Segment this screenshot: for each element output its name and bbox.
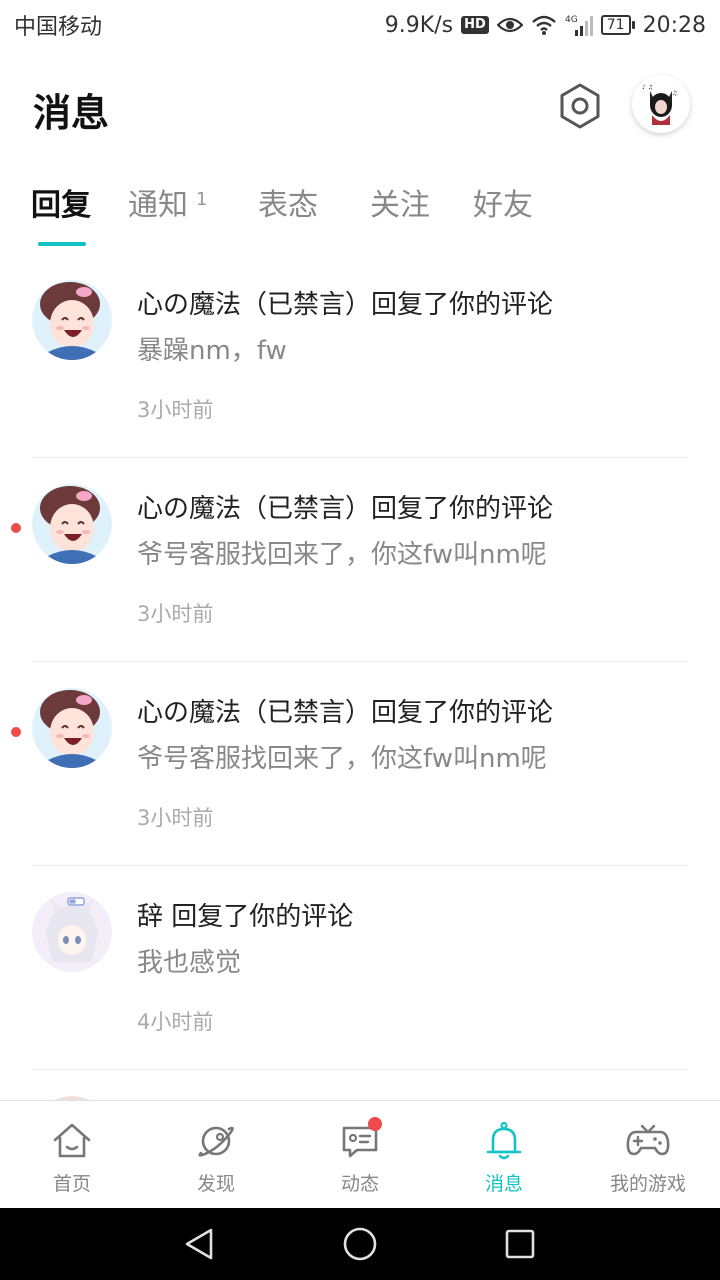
message-title: 心の魔法（已禁言）回复了你的评论 [137,290,554,320]
nav-label: 动态 [340,1173,379,1195]
nav-label: 消息 [484,1173,523,1195]
message-item[interactable]: 心の魔法（已禁言）回复了你的评论 爷号客服找回来了，你这fw叫nm呢 3小时前 [0,458,720,662]
network-type: 4G [565,15,578,25]
recents-square-icon [505,1229,535,1259]
message-body: 爷号客服找回来了，你这fw叫nm呢 [137,540,547,570]
network-speed: 9.9K/s [384,12,454,38]
message-time: 3小时前 [137,806,214,830]
message-body: 暴躁nm，fw [137,336,287,366]
wifi-icon [531,14,557,36]
bottom-nav: 首页 发现 动态 消息 我的游戏 [0,1100,720,1208]
tab-badge-count: 1 [196,189,208,210]
nav-home[interactable]: 首页 [0,1101,144,1208]
tab-label: 关注 [370,188,430,223]
signal-icon: 4G [565,13,593,37]
carrier-label: 中国移动 [14,15,103,40]
message-item[interactable]: 心の魔法（已禁言）回复了你的评论 暴躁nm，fw 3小时前 [0,254,720,458]
home-system-button[interactable] [342,1226,378,1262]
tab-label: 通知 [128,188,188,223]
active-tab-indicator [38,242,86,246]
nav-label: 我的游戏 [609,1173,686,1195]
user-avatar[interactable]: ♪ ♫ ♫ [632,75,690,133]
feed-icon [338,1117,382,1163]
tab-notify[interactable]: 通知 1 [128,180,207,224]
header: 消息 ♪ ♫ ♫ [0,60,720,150]
message-time: 3小时前 [137,602,214,626]
nav-label: 首页 [52,1173,91,1195]
message-title: 心の魔法（已禁言）回复了你的评论 [137,494,554,524]
sender-avatar[interactable] [32,280,112,360]
message-item[interactable]: 心の魔法（已禁言）回复了你的评论 爷号客服找回来了，你这fw叫nm呢 3小时前 [0,662,720,866]
sender-avatar[interactable] [32,688,112,768]
message-time: 4小时前 [137,1010,214,1034]
notification-dot [368,1117,382,1131]
hd-icon: HD [461,16,489,34]
back-button[interactable] [182,1226,218,1262]
nav-discover[interactable]: 发现 [144,1101,288,1208]
tab-reply[interactable]: 回复 [31,180,91,224]
sender-avatar[interactable] [32,892,112,972]
svg-text:♪ ♫: ♪ ♫ [642,84,653,91]
sender-avatar[interactable] [32,484,112,564]
eye-icon [496,15,523,35]
nav-feed[interactable]: 动态 [288,1101,432,1208]
battery-icon: 71 [600,15,635,35]
message-body: 我也感觉 [137,948,242,978]
message-body: 爷号客服找回来了，你这fw叫nm呢 [137,744,547,774]
settings-button[interactable] [554,80,606,132]
tab-reaction[interactable]: 表态 [258,180,318,224]
tab-label: 表态 [258,188,318,223]
page-title: 消息 [33,91,110,135]
nav-messages[interactable]: 消息 [432,1101,576,1208]
message-time: 3小时前 [137,398,214,422]
home-icon [50,1119,94,1163]
tab-follow[interactable]: 关注 [370,180,430,224]
message-item[interactable]: 辞 回复了你的评论 我也感觉 4小时前 [0,866,720,1070]
back-triangle-icon [185,1228,213,1260]
message-item[interactable] [0,1070,720,1100]
message-title: 心の魔法（已禁言）回复了你的评论 [137,698,554,728]
unread-dot [11,523,21,533]
recents-button[interactable] [502,1226,538,1262]
home-circle-icon [343,1227,377,1261]
gamepad-icon [626,1119,670,1163]
tab-label: 回复 [31,188,91,223]
message-list: 心の魔法（已禁言）回复了你的评论 暴躁nm，fw 3小时前 心の魔法（已禁言）回… [0,254,720,1100]
system-nav-bar [0,1208,720,1280]
tab-friends[interactable]: 好友 [473,180,533,224]
message-tabs: 回复 通知 1 表态 关注 好友 [0,180,720,250]
status-icons: 9.9K/s HD 4G 71 20:28 [385,13,706,38]
message-title: 辞 回复了你的评论 [137,902,354,932]
planet-icon [194,1119,238,1163]
clock: 20:28 [642,12,706,38]
bell-icon [482,1119,526,1163]
status-bar: 中国移动 9.9K/s HD 4G 71 20:28 [0,0,720,50]
nav-label: 发现 [196,1173,235,1195]
svg-text:♫: ♫ [672,90,677,97]
battery-level: 71 [600,15,631,35]
settings-hexagon-icon [560,83,600,129]
tab-label: 好友 [473,188,533,223]
nav-my-games[interactable]: 我的游戏 [576,1101,720,1208]
unread-dot [11,727,21,737]
